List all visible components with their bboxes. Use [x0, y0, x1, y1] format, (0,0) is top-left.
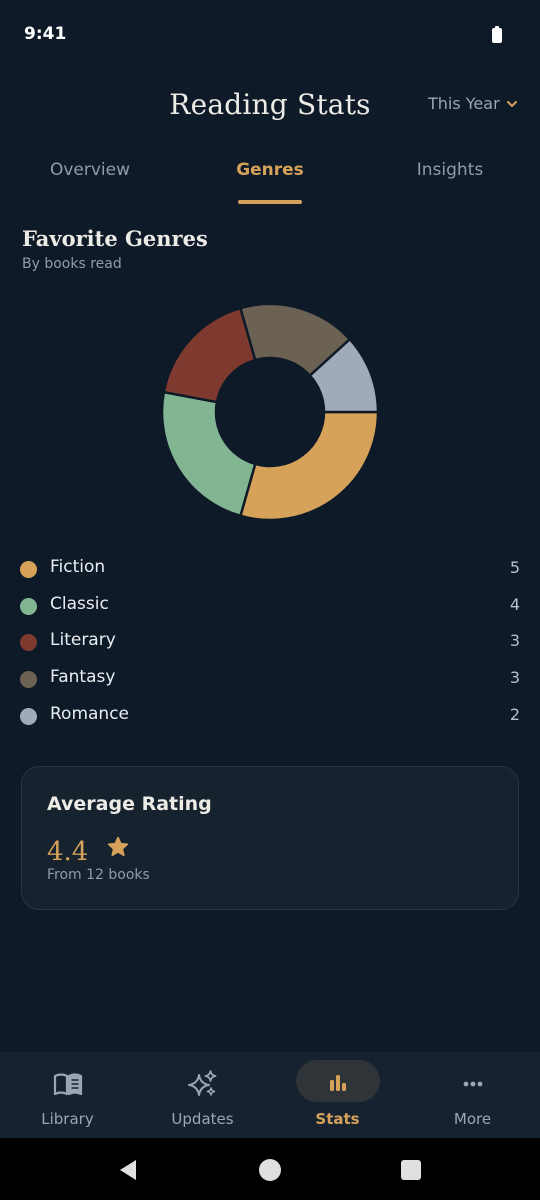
nav-label: More: [453, 1110, 492, 1128]
more-icon: [463, 1081, 482, 1087]
legend-value: 4: [509, 594, 520, 614]
bar-chart-icon: [329, 1075, 346, 1091]
legend-item-romance: Romance 2: [20, 699, 520, 736]
status-bar: 9:41: [0, 0, 540, 70]
legend-value: 5: [509, 558, 520, 577]
back-icon[interactable]: [116, 1158, 140, 1182]
average-rating-value: 4.4: [47, 837, 89, 867]
status-time: 9:41: [24, 24, 67, 44]
rating-caption: From 12 books: [47, 867, 150, 883]
donut-slice-classic: [160, 390, 257, 518]
home-icon[interactable]: [258, 1158, 282, 1182]
legend-item-classic: Classic 4: [20, 589, 520, 626]
legend-label: Literary: [50, 630, 116, 651]
legend-label: Fantasy: [50, 667, 116, 688]
legend-value: 3: [509, 631, 520, 651]
legend-item-fiction: Fiction 5: [20, 552, 520, 589]
nav-label: Stats: [315, 1110, 360, 1128]
bottom-nav: Library Updates Stats More: [0, 1052, 540, 1138]
legend-value: 2: [509, 704, 520, 724]
header: Reading Stats This Year: [0, 80, 540, 136]
section-title: Favorite Genres: [22, 226, 208, 251]
period-label: This Year: [428, 94, 500, 113]
tab-genres[interactable]: Genres: [180, 160, 360, 180]
nav-updates[interactable]: Updates: [135, 1052, 270, 1138]
legend-label: Romance: [50, 703, 130, 724]
period-dropdown[interactable]: This Year: [428, 94, 518, 113]
legend-dot: [20, 597, 37, 615]
card-title: Average Rating: [47, 793, 212, 815]
recents-icon[interactable]: [399, 1158, 423, 1182]
legend-dot: [20, 671, 37, 689]
tab-bar: Overview Genres Insights: [0, 150, 540, 210]
legend-dot: [20, 634, 37, 652]
legend-item-literary: Literary 3: [20, 625, 520, 662]
legend-item-fantasy: Fantasy 3: [20, 662, 520, 699]
battery-icon: [492, 26, 502, 43]
system-nav-bar: [0, 1138, 540, 1200]
average-rating-card: Average Rating 4.4 From 12 books: [21, 766, 519, 910]
legend-value: 3: [509, 668, 520, 688]
sparkle-icon: [187, 1070, 216, 1096]
nav-library[interactable]: Library: [0, 1052, 135, 1138]
nav-stats[interactable]: Stats: [270, 1052, 405, 1138]
donut-slice-fiction: [238, 410, 380, 522]
genre-legend: Fiction 5 Classic 4 Literary 3 Fantasy 3…: [20, 552, 520, 735]
legend-label: Fiction: [50, 557, 106, 577]
section-subtitle: By books read: [22, 256, 122, 272]
book-icon: [53, 1073, 82, 1096]
star-icon: [107, 836, 129, 857]
legend-dot: [20, 561, 37, 578]
nav-more[interactable]: More: [405, 1052, 540, 1138]
nav-label: Updates: [171, 1110, 234, 1128]
legend-dot: [20, 707, 37, 725]
nav-label: Library: [41, 1110, 94, 1128]
tab-overview[interactable]: Overview: [0, 160, 180, 180]
chevron-down-icon: [506, 100, 517, 107]
donut-slice-literary: [162, 306, 257, 404]
tab-insights[interactable]: Insights: [360, 160, 540, 180]
tab-indicator: [238, 200, 302, 204]
legend-label: Classic: [50, 593, 109, 614]
genre-donut-chart: [160, 302, 380, 522]
